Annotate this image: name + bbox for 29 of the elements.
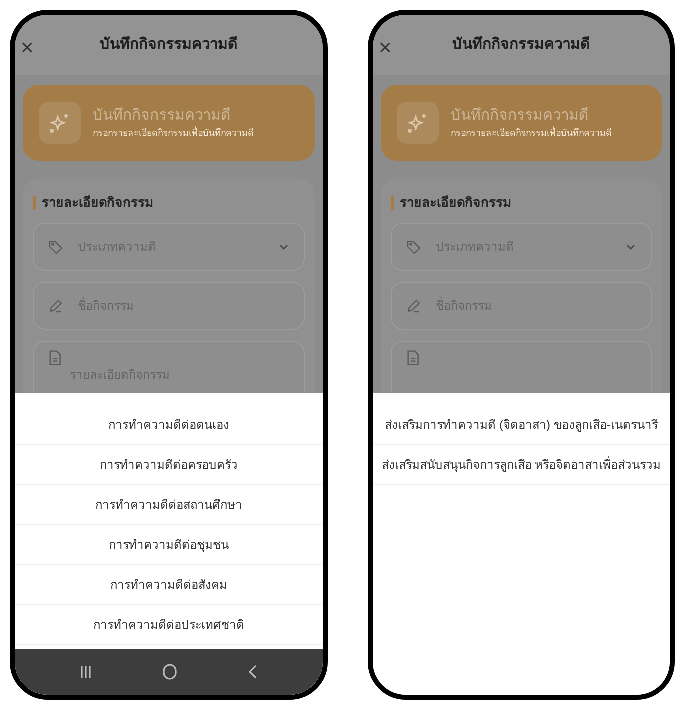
tag-icon xyxy=(406,238,422,254)
screen-title: บันทึกกิจกรรมความดี xyxy=(452,34,590,55)
banner-subtitle: กรอกรายละเอียดกิจกรรมเพื่อบันทึกความดี xyxy=(93,126,254,140)
option-item[interactable]: การทำความดีต่อประเทศชาติ xyxy=(15,605,323,645)
home-icon[interactable] xyxy=(162,664,178,680)
option-item[interactable]: การทำความดีต่อสถานศึกษา xyxy=(15,485,323,525)
document-icon xyxy=(406,350,420,366)
tag-icon xyxy=(48,238,64,254)
close-button[interactable]: × xyxy=(379,37,392,59)
section-title: รายละเอียดกิจกรรม xyxy=(42,194,154,212)
close-button[interactable]: × xyxy=(21,37,34,59)
document-icon xyxy=(48,350,62,366)
banner-title: บันทึกกิจกรรมความดี xyxy=(451,106,590,126)
option-item[interactable]: การทำความดีต่อสังคม xyxy=(15,565,323,605)
recent-apps-icon[interactable] xyxy=(79,665,94,679)
sparkle-icon xyxy=(39,102,81,144)
back-icon[interactable] xyxy=(246,665,259,679)
banner-title: บันทึกกิจกรรมความดี xyxy=(93,106,232,126)
option-item[interactable]: ส่งเสริมการทำความดี (จิตอาสา) ของลูกเสือ-เนตรนารี xyxy=(373,405,670,445)
pencil-icon xyxy=(48,298,64,314)
section-title: รายละเอียดกิจกรรม xyxy=(400,194,512,212)
pencil-icon xyxy=(406,298,422,314)
sparkle-icon xyxy=(397,102,439,144)
option-item[interactable]: ส่งเสริมสนับสนุนกิจการลูกเสือ หรือจิตอาสาเพื่อส่วนรวม xyxy=(373,445,670,485)
option-item[interactable]: การทำความดีต่อตนเอง xyxy=(15,405,323,445)
screen-title: บันทึกกิจกรรมความดี xyxy=(100,34,238,55)
option-item[interactable]: การทำความดีต่อครอบครัว xyxy=(15,445,323,485)
option-item[interactable]: การทำความดีต่อชุมชน xyxy=(15,525,323,565)
banner-subtitle: กรอกรายละเอียดกิจกรรมเพื่อบันทึกความดี xyxy=(451,126,612,140)
